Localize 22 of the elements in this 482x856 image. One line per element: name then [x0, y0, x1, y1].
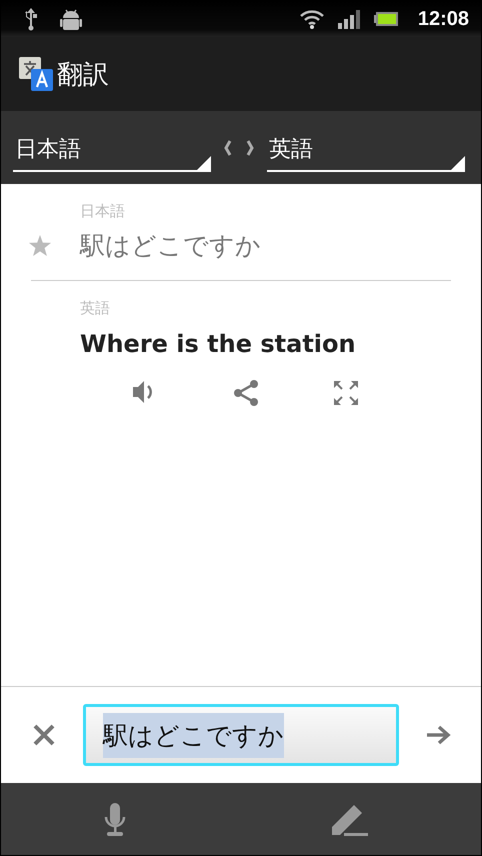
- signal-icon: [338, 9, 360, 29]
- language-dropdown[interactable]: 英語: [267, 130, 465, 172]
- wifi-icon: [300, 8, 324, 30]
- clock-time: 12:08: [418, 8, 469, 30]
- android-icon: [60, 8, 82, 30]
- language-label: 日本語: [80, 202, 126, 221]
- language-label: 英語: [80, 299, 111, 318]
- star-icon[interactable]: [28, 234, 52, 257]
- text-input-field[interactable]: 駅はどこですか: [83, 704, 399, 766]
- share-icon[interactable]: [234, 380, 258, 406]
- translate-logo-icon: [19, 57, 53, 91]
- usb-icon: [22, 8, 40, 30]
- translation-text: Where is the station: [80, 330, 357, 358]
- clear-icon[interactable]: [33, 724, 55, 746]
- battery-icon: [374, 12, 398, 26]
- app-title: 翻訳: [57, 58, 109, 92]
- microphone-icon[interactable]: [104, 802, 126, 836]
- source-text: 駅はどこですか: [80, 230, 261, 262]
- fullscreen-icon[interactable]: [332, 380, 359, 406]
- pencil-icon[interactable]: [332, 802, 368, 836]
- arrow-right-icon[interactable]: [427, 724, 451, 746]
- language-dropdown[interactable]: 日本語: [13, 130, 211, 172]
